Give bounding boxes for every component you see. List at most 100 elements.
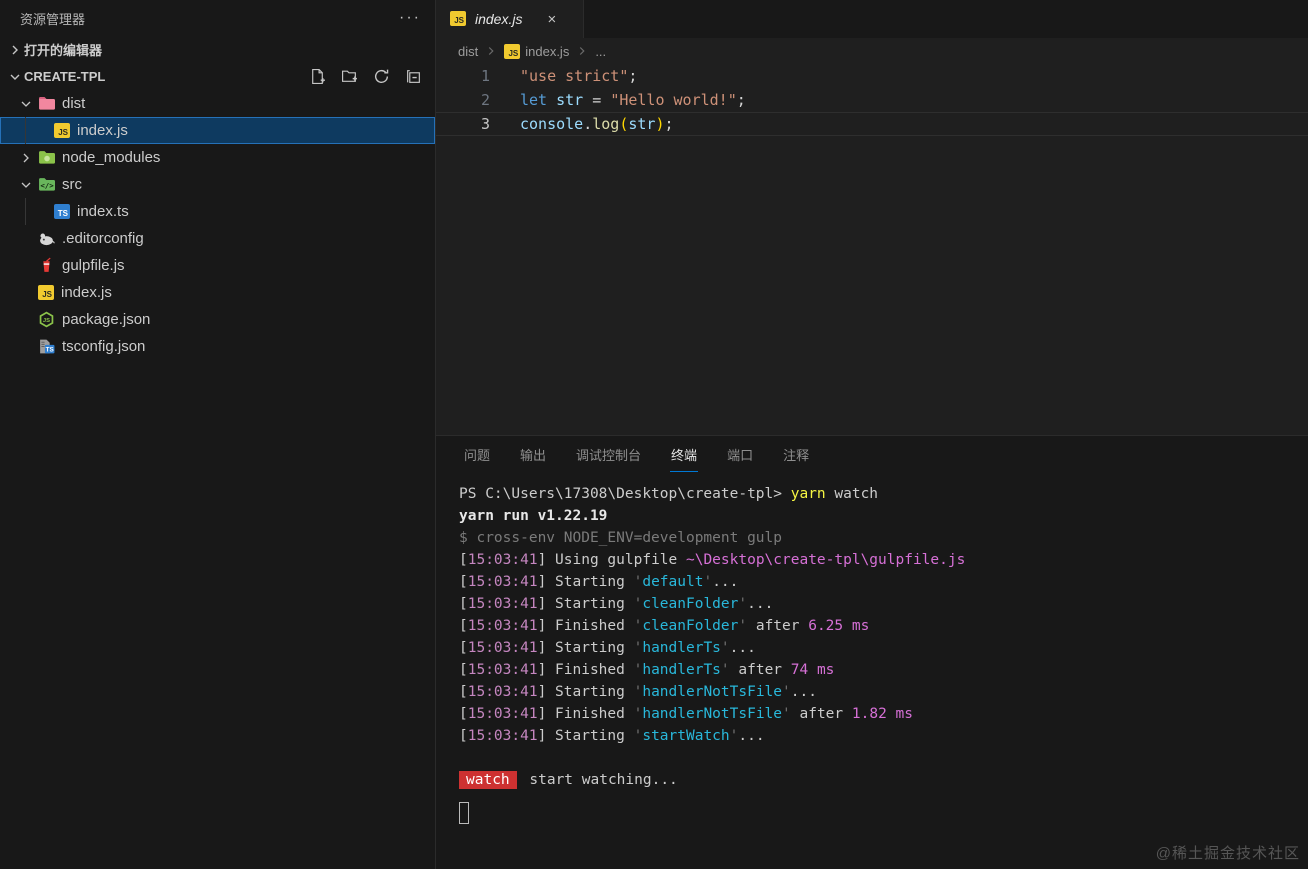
panel-tab-inactive[interactable]: 问题	[463, 436, 491, 472]
tree-item-dist[interactable]: dist	[0, 90, 435, 117]
js-icon: JS	[54, 122, 70, 139]
chevron-right-icon	[484, 44, 498, 58]
gulp-icon	[38, 257, 55, 274]
chevron-right-icon	[6, 42, 24, 58]
close-icon[interactable]: ×	[547, 12, 556, 27]
tree-item-src[interactable]: </> src	[0, 171, 435, 198]
chevron-down-icon	[18, 177, 34, 193]
editorconfig-icon	[38, 230, 55, 247]
project-section[interactable]: CREATE-TPL	[0, 63, 435, 90]
panel-tab-active[interactable]: 终端	[670, 436, 699, 472]
explorer-sidebar: 资源管理器 ··· 打开的编辑器 CREATE-TPL dist JS index.…	[0, 0, 436, 869]
terminal-cursor[interactable]	[459, 802, 469, 824]
tsconfig-icon: TS	[38, 338, 55, 355]
ts-icon: TS	[54, 204, 70, 219]
open-editors-section[interactable]: 打开的编辑器	[0, 36, 435, 63]
tab-label: index.js	[475, 11, 523, 27]
tree-item-label: index.ts	[77, 203, 129, 220]
terminal-line: [15:03:41] Using gulpfile ~\Desktop\crea…	[459, 552, 966, 568]
tree-item-tsconfig-json[interactable]: TS tsconfig.json	[0, 333, 435, 360]
code-line-1[interactable]: 1 "use strict";	[436, 64, 1308, 88]
code-editor[interactable]: 1 "use strict"; 2 let str = "Hello world!";…	[436, 64, 1308, 435]
tree-item-editorconfig[interactable]: .editorconfig	[0, 225, 435, 252]
file-tree: dist JS index.js node_modules </> src TS index.…	[0, 90, 435, 360]
chevron-right-icon	[18, 150, 34, 166]
panel-tab-inactive[interactable]: 端口	[726, 436, 754, 472]
js-icon: JS	[38, 284, 54, 301]
terminal-line: [15:03:41] Finished 'cleanFolder' after …	[459, 618, 870, 634]
folder-dist-icon	[38, 95, 55, 112]
tree-item-label: .editorconfig	[62, 230, 144, 247]
terminal-line: watch start watching...	[459, 769, 1308, 791]
explorer-actions	[307, 67, 435, 87]
explorer-title: 资源管理器	[20, 11, 86, 27]
tree-item-label: gulpfile.js	[62, 257, 125, 274]
svg-text:TS: TS	[46, 346, 54, 353]
terminal-line: [15:03:41] Finished 'handlerNotTsFile' a…	[459, 706, 913, 722]
tree-item-label: index.js	[61, 284, 112, 301]
js-icon: JS	[504, 43, 521, 59]
folder-src-icon: </>	[38, 176, 55, 193]
code-line-3[interactable]: 3 console.log(str);	[436, 112, 1308, 136]
terminal-line: [15:03:41] Starting 'startWatch'...	[459, 728, 765, 744]
panel-tab-inactive[interactable]: 注释	[782, 436, 810, 472]
tree-item-index-js[interactable]: JS index.js	[0, 117, 435, 144]
explorer-header: 资源管理器 ···	[0, 0, 435, 36]
js-icon: JS	[450, 11, 466, 26]
tree-item-gulpfile-js[interactable]: gulpfile.js	[0, 252, 435, 279]
more-actions-icon[interactable]: ···	[399, 10, 421, 26]
watermark: @稀土掘金技术社区	[1155, 845, 1300, 862]
line-number: 2	[480, 91, 490, 109]
tree-item-label: index.js	[77, 122, 128, 139]
tree-item-index-ts[interactable]: TS index.ts	[0, 198, 435, 225]
terminal-line: [15:03:41] Starting 'cleanFolder'...	[459, 596, 774, 612]
terminal-line: [15:03:41] Starting 'handlerTs'...	[459, 640, 756, 656]
tree-item-label: src	[62, 176, 82, 193]
new-folder-icon[interactable]	[339, 67, 359, 87]
project-label: CREATE-TPL	[24, 69, 106, 84]
nodejs-icon: JS	[38, 311, 55, 328]
refresh-icon[interactable]	[371, 67, 391, 87]
new-file-icon[interactable]	[307, 67, 327, 87]
breadcrumb-item[interactable]: JS index.js	[504, 43, 569, 59]
svg-text:</>: </>	[40, 181, 54, 190]
terminal-line: yarn run v1.22.19	[459, 508, 608, 524]
svg-text:JS: JS	[43, 318, 50, 324]
tree-item-package-json[interactable]: JS package.json	[0, 306, 435, 333]
line-number: 3	[480, 115, 490, 133]
tree-item-label: package.json	[62, 311, 151, 328]
terminal[interactable]: PS C:\Users\17308\Desktop\create-tpl> ya…	[436, 472, 1308, 869]
code-text: let str = "Hello world!";	[520, 91, 746, 109]
terminal-line: PS C:\Users\17308\Desktop\create-tpl> ya…	[459, 486, 879, 502]
bottom-panel: 问题 输出 调试控制台 终端 端口 注释 PS C:\Users\17308\Deskto…	[436, 435, 1308, 869]
chevron-right-icon	[575, 44, 589, 58]
panel-tab-inactive[interactable]: 调试控制台	[575, 436, 642, 472]
tree-item-node_modules[interactable]: node_modules	[0, 144, 435, 171]
tree-item-label: dist	[62, 95, 86, 112]
tab-index-js[interactable]: JS index.js ×	[436, 0, 584, 38]
panel-tabs: 问题 输出 调试控制台 终端 端口 注释	[436, 436, 1308, 472]
line-number: 1	[480, 67, 490, 85]
code-text: console.log(str);	[520, 115, 674, 133]
ts-icon: TS	[54, 203, 70, 220]
terminal-line: [15:03:41] Starting 'handlerNotTsFile'..…	[459, 684, 817, 700]
chevron-down-icon	[6, 69, 24, 85]
panel-tab-inactive[interactable]: 输出	[519, 436, 547, 472]
code-text: "use strict";	[520, 67, 638, 85]
tree-item-label: node_modules	[62, 149, 161, 166]
chevron-down-icon	[18, 96, 34, 112]
watch-badge: watch	[459, 771, 517, 789]
breadcrumb-item[interactable]: ...	[595, 44, 606, 59]
tree-item-index-js[interactable]: JS index.js	[0, 279, 435, 306]
collapse-all-icon[interactable]	[403, 67, 423, 87]
terminal-line: [15:03:41] Finished 'handlerTs' after 74…	[459, 662, 835, 678]
js-file-icon: JS	[450, 10, 466, 28]
code-line-2[interactable]: 2 let str = "Hello world!";	[436, 88, 1308, 112]
js-icon: JS	[38, 285, 54, 300]
terminal-line: [15:03:41] Starting 'default'...	[459, 574, 739, 590]
folder-node-icon	[38, 149, 55, 166]
js-icon: JS	[54, 123, 70, 138]
breadcrumb-item[interactable]: dist	[458, 44, 478, 59]
editor-tab-bar: JS index.js ×	[436, 0, 1308, 38]
